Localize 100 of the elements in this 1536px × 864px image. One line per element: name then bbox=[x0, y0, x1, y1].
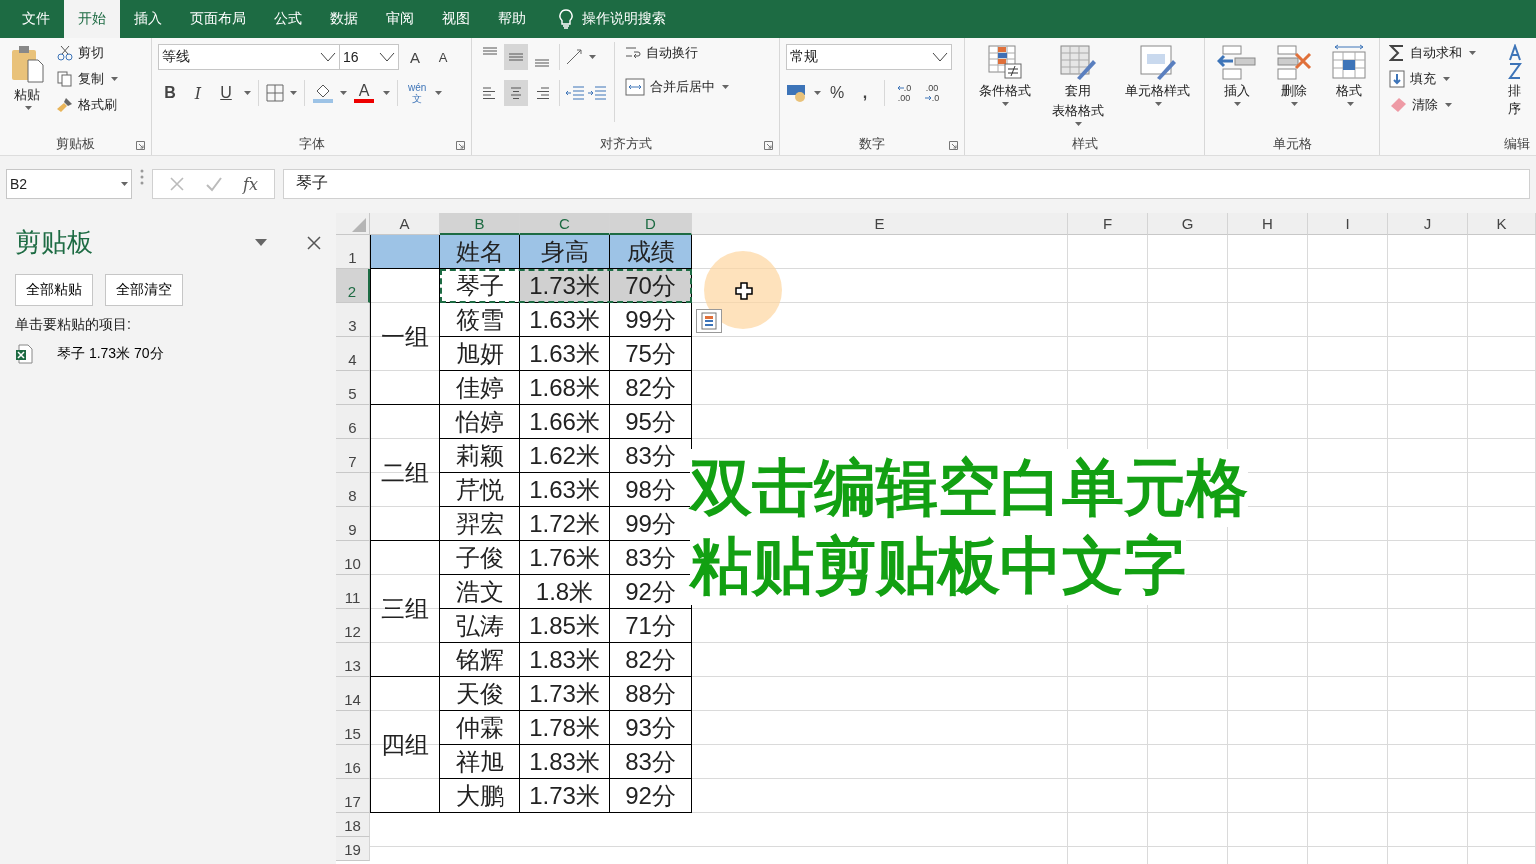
dialog-launcher-icon[interactable] bbox=[136, 141, 145, 150]
cut-button[interactable]: 剪切 bbox=[54, 42, 121, 64]
clipboard-item[interactable]: 琴子 1.73米 70分 bbox=[15, 344, 164, 364]
ribbon-tab[interactable]: 页面布局 bbox=[176, 0, 260, 38]
phonetic-button[interactable]: wén 文 bbox=[405, 80, 430, 106]
pane-button[interactable]: 全部清空 bbox=[105, 274, 183, 306]
paste-options-icon[interactable] bbox=[696, 309, 722, 333]
merge-center-icon bbox=[625, 78, 645, 96]
column-header[interactable]: G bbox=[1148, 213, 1228, 235]
column-header[interactable]: C bbox=[520, 213, 610, 235]
wrap-text-button[interactable]: 自动换行 bbox=[622, 42, 732, 64]
row-header[interactable]: 2 bbox=[336, 269, 370, 303]
tell-me-search[interactable]: 操作说明搜索 bbox=[582, 10, 666, 28]
column-header[interactable]: B bbox=[440, 213, 520, 235]
ribbon-tab[interactable]: 视图 bbox=[428, 0, 484, 38]
table-cell: 大鹏 bbox=[440, 779, 520, 813]
ribbon-tab[interactable]: 审阅 bbox=[372, 0, 428, 38]
style-button[interactable]: 套用 表格格式 bbox=[1048, 42, 1108, 133]
close-icon[interactable] bbox=[307, 235, 321, 250]
copy-button[interactable]: 复制 bbox=[54, 68, 121, 90]
row-header[interactable]: 4 bbox=[336, 337, 370, 371]
bold-button[interactable]: B bbox=[158, 80, 182, 106]
caret-icon bbox=[1002, 102, 1010, 106]
column-header[interactable]: H bbox=[1228, 213, 1308, 235]
right-arrow-icon bbox=[924, 95, 932, 101]
row-header[interactable]: 6 bbox=[336, 405, 370, 439]
ribbon-tab[interactable]: 公式 bbox=[260, 0, 316, 38]
caret-icon bbox=[1155, 102, 1163, 106]
cells-button[interactable]: 删除 bbox=[1270, 42, 1318, 133]
table-cell: 旭妍 bbox=[440, 337, 520, 371]
borders-icon bbox=[266, 84, 284, 102]
italic-button[interactable]: I bbox=[186, 80, 210, 106]
autosum-button[interactable]: 自动求和 bbox=[1386, 42, 1479, 64]
table-cell: 1.85米 bbox=[520, 609, 610, 643]
shrink-font-button[interactable]: A bbox=[431, 44, 455, 70]
column-header[interactable]: K bbox=[1468, 213, 1536, 235]
clear-button[interactable]: 清除 bbox=[1386, 94, 1479, 116]
pane-button[interactable]: 全部粘贴 bbox=[15, 274, 93, 306]
increase-indent-icon bbox=[587, 85, 607, 101]
row-header[interactable]: 7 bbox=[336, 439, 370, 473]
format-painter-button[interactable]: 格式刷 bbox=[54, 94, 121, 116]
font-color-button[interactable]: A bbox=[351, 80, 377, 106]
row-header[interactable]: 1 bbox=[336, 235, 370, 269]
row-header[interactable]: 10 bbox=[336, 541, 370, 575]
orientation-icon bbox=[565, 48, 585, 66]
comma-button[interactable]: , bbox=[853, 80, 877, 106]
name-box[interactable]: B2 bbox=[6, 169, 132, 199]
column-header[interactable]: D bbox=[610, 213, 692, 235]
formula-field[interactable]: 琴子 bbox=[282, 169, 1530, 199]
column-header[interactable]: I bbox=[1308, 213, 1388, 235]
table-cell: 四组 bbox=[370, 677, 440, 813]
number-format-field[interactable]: 常规 bbox=[786, 44, 952, 70]
ribbon-tab[interactable]: 帮助 bbox=[484, 0, 540, 38]
fill-button[interactable]: 填充 bbox=[1386, 68, 1479, 90]
column-header[interactable]: E bbox=[692, 213, 1068, 235]
cells-button[interactable]: 格式 bbox=[1327, 42, 1372, 133]
row-header[interactable]: 3 bbox=[336, 303, 370, 337]
dialog-launcher-icon[interactable] bbox=[949, 141, 958, 150]
increase-decimal-button[interactable]: .0 .00 bbox=[892, 80, 916, 106]
row-header[interactable]: 15 bbox=[336, 711, 370, 745]
ribbon-tab[interactable]: 插入 bbox=[120, 0, 176, 38]
style-button[interactable]: 条件格式 bbox=[974, 42, 1035, 133]
row-header[interactable]: 8 bbox=[336, 473, 370, 507]
style-button[interactable]: 单元格样式 bbox=[1121, 42, 1195, 133]
cells-button[interactable]: 插入 bbox=[1212, 42, 1261, 133]
table-cell: 83分 bbox=[610, 745, 692, 779]
row-header[interactable]: 19 bbox=[336, 837, 370, 861]
insert-function-button[interactable]: fx bbox=[243, 174, 258, 194]
underline-button[interactable]: U bbox=[214, 80, 238, 106]
ribbon-tab[interactable]: 数据 bbox=[316, 0, 372, 38]
decrease-decimal-button[interactable]: .00 .0 bbox=[920, 80, 944, 106]
paste-button[interactable]: 粘贴 bbox=[6, 42, 48, 133]
font-name-field[interactable]: 等线 bbox=[158, 44, 340, 70]
table-cell: 1.8米 bbox=[520, 575, 610, 609]
column-header[interactable]: J bbox=[1388, 213, 1468, 235]
row-header[interactable]: 11 bbox=[336, 575, 370, 609]
percent-button[interactable]: % bbox=[825, 80, 849, 106]
merge-center-button[interactable]: 合并后居中 bbox=[622, 76, 732, 98]
table-header-cell bbox=[370, 235, 440, 269]
dialog-launcher-icon[interactable] bbox=[764, 141, 773, 150]
row-header[interactable]: 16 bbox=[336, 745, 370, 779]
row-header[interactable]: 13 bbox=[336, 643, 370, 677]
row-header[interactable]: 9 bbox=[336, 507, 370, 541]
table-cell: 82分 bbox=[610, 643, 692, 677]
row-header[interactable]: 14 bbox=[336, 677, 370, 711]
table-cell: 75分 bbox=[610, 337, 692, 371]
sort-button[interactable]: 排序 bbox=[1499, 42, 1530, 133]
grow-font-button[interactable]: A bbox=[403, 44, 427, 70]
table-cell: 1.62米 bbox=[520, 439, 610, 473]
column-header[interactable]: A bbox=[370, 213, 440, 235]
font-size-field[interactable]: 16 bbox=[339, 44, 399, 70]
caret-icon bbox=[290, 91, 297, 95]
row-header[interactable]: 5 bbox=[336, 371, 370, 405]
ribbon-tab[interactable]: 开始 bbox=[64, 0, 120, 38]
row-header[interactable]: 17 bbox=[336, 779, 370, 813]
row-header[interactable]: 12 bbox=[336, 609, 370, 643]
ribbon-tab[interactable]: 文件 bbox=[8, 0, 64, 38]
column-header[interactable]: F bbox=[1068, 213, 1148, 235]
dialog-launcher-icon[interactable] bbox=[456, 141, 465, 150]
row-header[interactable]: 18 bbox=[336, 813, 370, 837]
